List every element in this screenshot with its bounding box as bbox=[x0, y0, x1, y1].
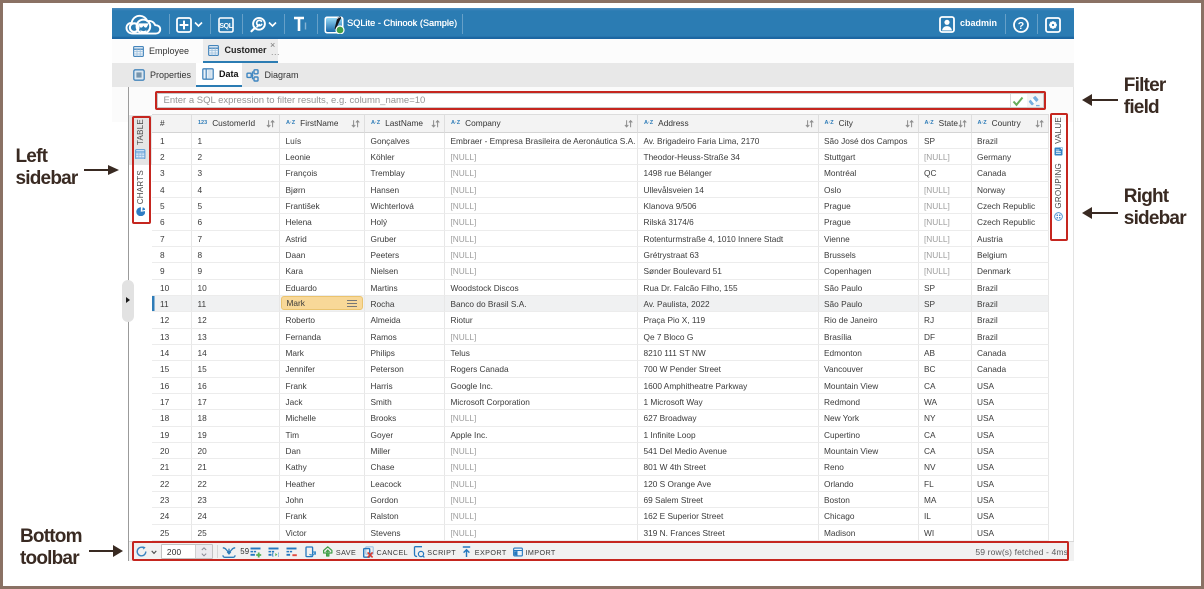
svg-text:?: ? bbox=[1018, 19, 1024, 31]
svg-text:SQL: SQL bbox=[219, 22, 233, 29]
